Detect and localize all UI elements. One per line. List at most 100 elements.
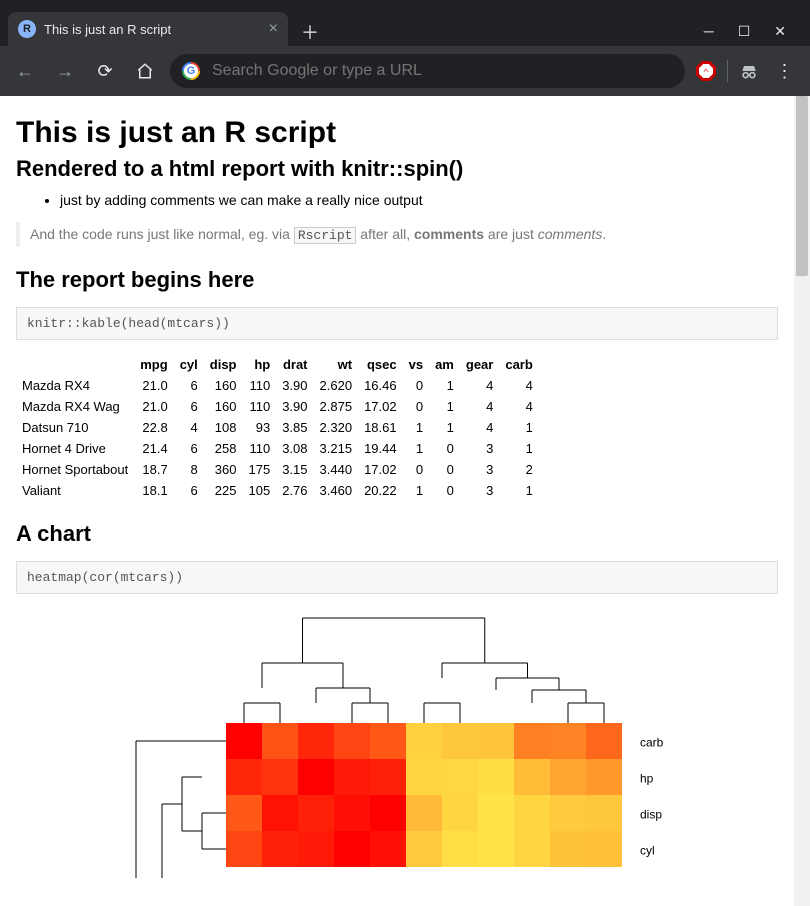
table-cell: 160 bbox=[204, 375, 243, 396]
kebab-menu-icon[interactable]: ⋮ bbox=[770, 56, 800, 86]
intro-list: just by adding comments we can make a re… bbox=[16, 192, 778, 208]
heatmap-cell bbox=[406, 723, 442, 759]
table-cell: 16.46 bbox=[358, 375, 403, 396]
omnibox[interactable] bbox=[170, 54, 685, 88]
heatmap-cell bbox=[370, 723, 406, 759]
table-cell: Hornet Sportabout bbox=[16, 459, 134, 480]
table-cell: 175 bbox=[243, 459, 277, 480]
table-cell: 2.620 bbox=[314, 375, 359, 396]
scrollbar-thumb[interactable] bbox=[796, 96, 808, 276]
table-cell: 0 bbox=[403, 375, 429, 396]
heatmap-row-label: disp bbox=[640, 807, 662, 821]
heatmap-cell bbox=[262, 831, 298, 867]
maximize-icon[interactable]: ☐ bbox=[738, 23, 751, 40]
table-header: am bbox=[429, 354, 460, 375]
reload-icon[interactable]: ⟳ bbox=[90, 56, 120, 86]
table-cell: 4 bbox=[499, 375, 538, 396]
blockquote-note: And the code runs just like normal, eg. … bbox=[16, 222, 778, 247]
table-cell: 225 bbox=[204, 480, 243, 501]
table-cell: 258 bbox=[204, 438, 243, 459]
close-tab-icon[interactable]: × bbox=[269, 20, 278, 38]
window-controls: ─ ☐ ✕ bbox=[704, 16, 802, 46]
table-cell: 8 bbox=[174, 459, 204, 480]
heatmap-cell bbox=[298, 831, 334, 867]
table-cell: 360 bbox=[204, 459, 243, 480]
table-cell: 19.44 bbox=[358, 438, 403, 459]
table-cell: 4 bbox=[174, 417, 204, 438]
table-cell: 3.460 bbox=[314, 480, 359, 501]
vertical-scrollbar[interactable] bbox=[794, 96, 810, 906]
heatmap-cell bbox=[478, 795, 514, 831]
heatmap-cell bbox=[586, 831, 622, 867]
note-text: . bbox=[602, 226, 606, 242]
table-cell: 6 bbox=[174, 480, 204, 501]
heatmap-cell bbox=[586, 795, 622, 831]
adblock-icon[interactable] bbox=[695, 60, 717, 82]
table-cell: 3.90 bbox=[276, 375, 313, 396]
heatmap-cell bbox=[550, 723, 586, 759]
table-cell: 17.02 bbox=[358, 396, 403, 417]
table-row: Mazda RX4 Wag21.061601103.902.87517.0201… bbox=[16, 396, 539, 417]
table-cell: Valiant bbox=[16, 480, 134, 501]
table-cell: 2.76 bbox=[276, 480, 313, 501]
table-cell: 3.215 bbox=[314, 438, 359, 459]
heatmap-cell bbox=[442, 831, 478, 867]
address-input[interactable] bbox=[210, 61, 673, 81]
table-cell: 160 bbox=[204, 396, 243, 417]
document-body: This is just an R script Rendered to a h… bbox=[0, 96, 794, 906]
table-cell: 18.61 bbox=[358, 417, 403, 438]
table-cell: 1 bbox=[403, 438, 429, 459]
section-heading: A chart bbox=[16, 521, 778, 547]
table-header: vs bbox=[403, 354, 429, 375]
close-window-icon[interactable]: ✕ bbox=[774, 23, 786, 40]
table-cell: 3 bbox=[460, 480, 499, 501]
heatmap-cell bbox=[406, 795, 442, 831]
heatmap-cell bbox=[478, 723, 514, 759]
heatmap-plot: carbhpdispcyl bbox=[16, 608, 776, 878]
table-header: drat bbox=[276, 354, 313, 375]
table-header bbox=[16, 354, 134, 375]
heatmap-cell bbox=[226, 759, 262, 795]
table-header: disp bbox=[204, 354, 243, 375]
table-cell: 108 bbox=[204, 417, 243, 438]
forward-icon[interactable]: → bbox=[50, 56, 80, 86]
minimize-icon[interactable]: ─ bbox=[704, 23, 714, 39]
google-icon bbox=[182, 62, 200, 80]
table-cell: 17.02 bbox=[358, 459, 403, 480]
page-title: This is just an R script bbox=[16, 116, 778, 150]
heatmap-row-label: hp bbox=[640, 771, 654, 785]
code-block: knitr::kable(head(mtcars)) bbox=[16, 307, 778, 340]
table-cell: 18.7 bbox=[134, 459, 173, 480]
heatmap-cell bbox=[334, 723, 370, 759]
table-header: wt bbox=[314, 354, 359, 375]
heatmap-cell bbox=[514, 795, 550, 831]
table-cell: 3.90 bbox=[276, 396, 313, 417]
table-cell: 21.4 bbox=[134, 438, 173, 459]
table-row: Hornet Sportabout18.783601753.153.44017.… bbox=[16, 459, 539, 480]
table-header: mpg bbox=[134, 354, 173, 375]
table-cell: 6 bbox=[174, 375, 204, 396]
home-icon[interactable] bbox=[130, 56, 160, 86]
heatmap-cell bbox=[298, 723, 334, 759]
heatmap-row-label: carb bbox=[640, 735, 664, 749]
heatmap-cell bbox=[406, 831, 442, 867]
browser-tab[interactable]: R This is just an R script × bbox=[8, 12, 288, 46]
table-cell: 6 bbox=[174, 396, 204, 417]
heatmap-cell bbox=[226, 795, 262, 831]
table-cell: 3.440 bbox=[314, 459, 359, 480]
heatmap-cell bbox=[334, 795, 370, 831]
table-header: qsec bbox=[358, 354, 403, 375]
table-cell: 3.85 bbox=[276, 417, 313, 438]
table-header: cyl bbox=[174, 354, 204, 375]
note-em: comments bbox=[538, 226, 603, 242]
heatmap-cell bbox=[514, 759, 550, 795]
heatmap-cell bbox=[334, 759, 370, 795]
table-header: hp bbox=[243, 354, 277, 375]
heatmap-cell bbox=[478, 759, 514, 795]
table-cell: 1 bbox=[429, 417, 460, 438]
heatmap-cell bbox=[298, 759, 334, 795]
back-icon[interactable]: ← bbox=[10, 56, 40, 86]
new-tab-button[interactable]: ＋ bbox=[296, 18, 324, 46]
heatmap-cell bbox=[442, 759, 478, 795]
heatmap-cell bbox=[514, 723, 550, 759]
